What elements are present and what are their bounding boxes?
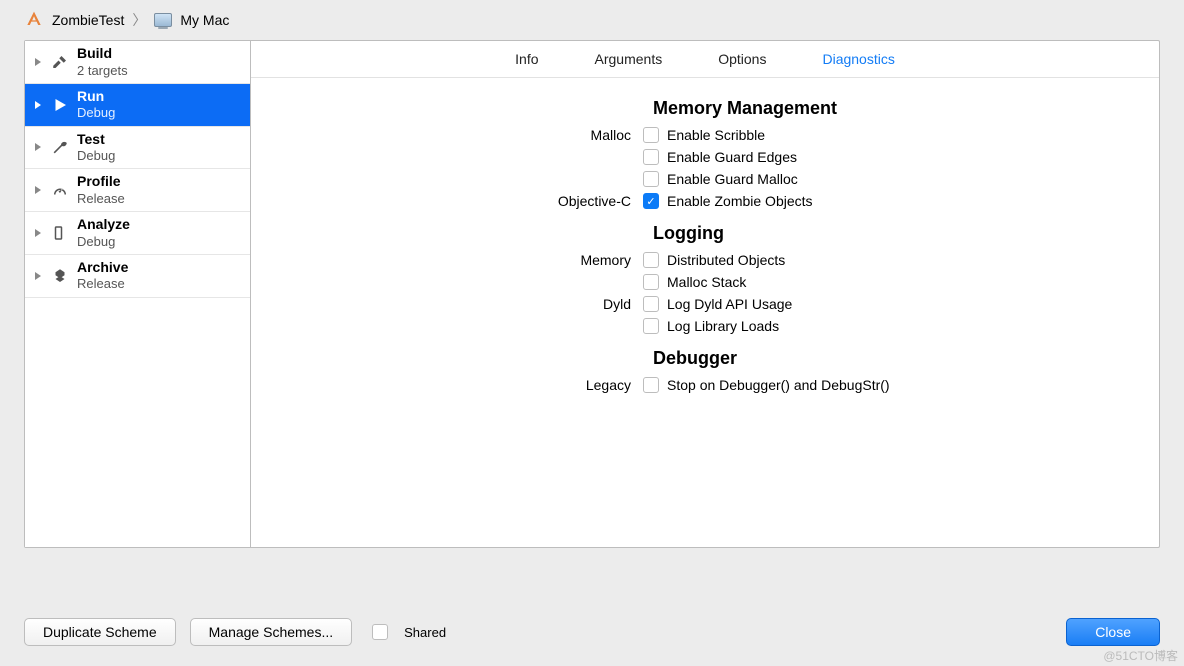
sidebar-item-title: Archive: [77, 259, 128, 277]
scheme-sidebar: Build2 targets RunDebug TestDebug Profil…: [25, 41, 251, 547]
label-objective-c: Objective-C: [291, 193, 643, 209]
checkbox-label: Enable Guard Edges: [667, 149, 797, 165]
sidebar-item-run[interactable]: RunDebug: [25, 84, 250, 127]
checkbox-stop-on-debugger[interactable]: [643, 377, 659, 393]
checkbox-malloc-stack[interactable]: [643, 274, 659, 290]
checkbox-label: Distributed Objects: [667, 252, 785, 268]
diagnostics-body: Memory Management Malloc Enable Scribble…: [251, 78, 1159, 547]
manage-schemes-button[interactable]: Manage Schemes...: [190, 618, 353, 646]
checkbox-log-library-loads[interactable]: [643, 318, 659, 334]
label-legacy: Legacy: [291, 377, 643, 393]
tab-info[interactable]: Info: [515, 51, 538, 67]
checkbox-distributed-objects[interactable]: [643, 252, 659, 268]
checkbox-shared[interactable]: [372, 624, 388, 640]
sidebar-item-sub: 2 targets: [77, 63, 128, 79]
sidebar-item-archive[interactable]: ArchiveRelease: [25, 255, 250, 298]
sidebar-item-title: Analyze: [77, 216, 130, 234]
disclosure-icon: [35, 101, 41, 109]
sidebar-item-title: Build: [77, 45, 128, 63]
checkbox-label: Enable Scribble: [667, 127, 765, 143]
tab-bar: Info Arguments Options Diagnostics: [251, 41, 1159, 78]
sidebar-item-sub: Release: [77, 276, 128, 292]
breadcrumb-destination[interactable]: My Mac: [180, 12, 229, 28]
disclosure-icon: [35, 143, 41, 151]
section-memory-management: Memory Management: [653, 98, 1119, 119]
wrench-icon: [49, 138, 71, 156]
close-button[interactable]: Close: [1066, 618, 1160, 646]
sidebar-item-test[interactable]: TestDebug: [25, 127, 250, 170]
checkbox-label: Enable Guard Malloc: [667, 171, 798, 187]
sidebar-item-sub: Debug: [77, 105, 115, 121]
mac-icon: [154, 13, 172, 27]
sidebar-item-sub: Debug: [77, 148, 115, 164]
tab-arguments[interactable]: Arguments: [595, 51, 663, 67]
label-malloc: Malloc: [291, 127, 643, 143]
analyze-icon: [49, 224, 71, 242]
checkbox-enable-scribble[interactable]: [643, 127, 659, 143]
sidebar-item-analyze[interactable]: AnalyzeDebug: [25, 212, 250, 255]
archive-icon: [49, 267, 71, 285]
checkbox-log-dyld-api-usage[interactable]: [643, 296, 659, 312]
scheme-editor: Build2 targets RunDebug TestDebug Profil…: [24, 40, 1160, 548]
section-logging: Logging: [653, 223, 1119, 244]
footer-bar: Duplicate Scheme Manage Schemes... Share…: [24, 618, 1160, 646]
shared-label: Shared: [404, 625, 446, 640]
sidebar-item-title: Test: [77, 131, 115, 149]
disclosure-icon: [35, 186, 41, 194]
disclosure-icon: [35, 229, 41, 237]
tab-options[interactable]: Options: [718, 51, 766, 67]
label-memory: Memory: [291, 252, 643, 268]
chevron-right-icon: 〉: [132, 10, 146, 30]
content-panel: Info Arguments Options Diagnostics Memor…: [251, 41, 1159, 547]
sidebar-item-sub: Debug: [77, 234, 130, 250]
breadcrumb: ZombieTest 〉 My Mac: [0, 0, 1184, 40]
disclosure-icon: [35, 58, 41, 66]
tab-diagnostics[interactable]: Diagnostics: [822, 51, 894, 67]
sidebar-item-title: Profile: [77, 173, 125, 191]
sidebar-item-build[interactable]: Build2 targets: [25, 41, 250, 84]
checkbox-label: Log Dyld API Usage: [667, 296, 792, 312]
checkbox-enable-guard-edges[interactable]: [643, 149, 659, 165]
checkbox-label: Stop on Debugger() and DebugStr(): [667, 377, 890, 393]
disclosure-icon: [35, 272, 41, 280]
sidebar-item-title: Run: [77, 88, 115, 106]
hammer-icon: [49, 53, 71, 71]
breadcrumb-project[interactable]: ZombieTest: [52, 12, 124, 28]
label-dyld: Dyld: [291, 296, 643, 312]
play-icon: [49, 96, 71, 114]
sidebar-item-sub: Release: [77, 191, 125, 207]
checkbox-label: Log Library Loads: [667, 318, 779, 334]
sidebar-item-profile[interactable]: ProfileRelease: [25, 169, 250, 212]
xcode-project-icon: [24, 10, 44, 30]
watermark: @51CTO博客: [1103, 647, 1178, 664]
duplicate-scheme-button[interactable]: Duplicate Scheme: [24, 618, 176, 646]
checkbox-label: Enable Zombie Objects: [667, 193, 813, 209]
checkbox-enable-guard-malloc[interactable]: [643, 171, 659, 187]
section-debugger: Debugger: [653, 348, 1119, 369]
gauge-icon: [49, 181, 71, 199]
checkbox-label: Malloc Stack: [667, 274, 746, 290]
checkbox-enable-zombie-objects[interactable]: ✓: [643, 193, 659, 209]
